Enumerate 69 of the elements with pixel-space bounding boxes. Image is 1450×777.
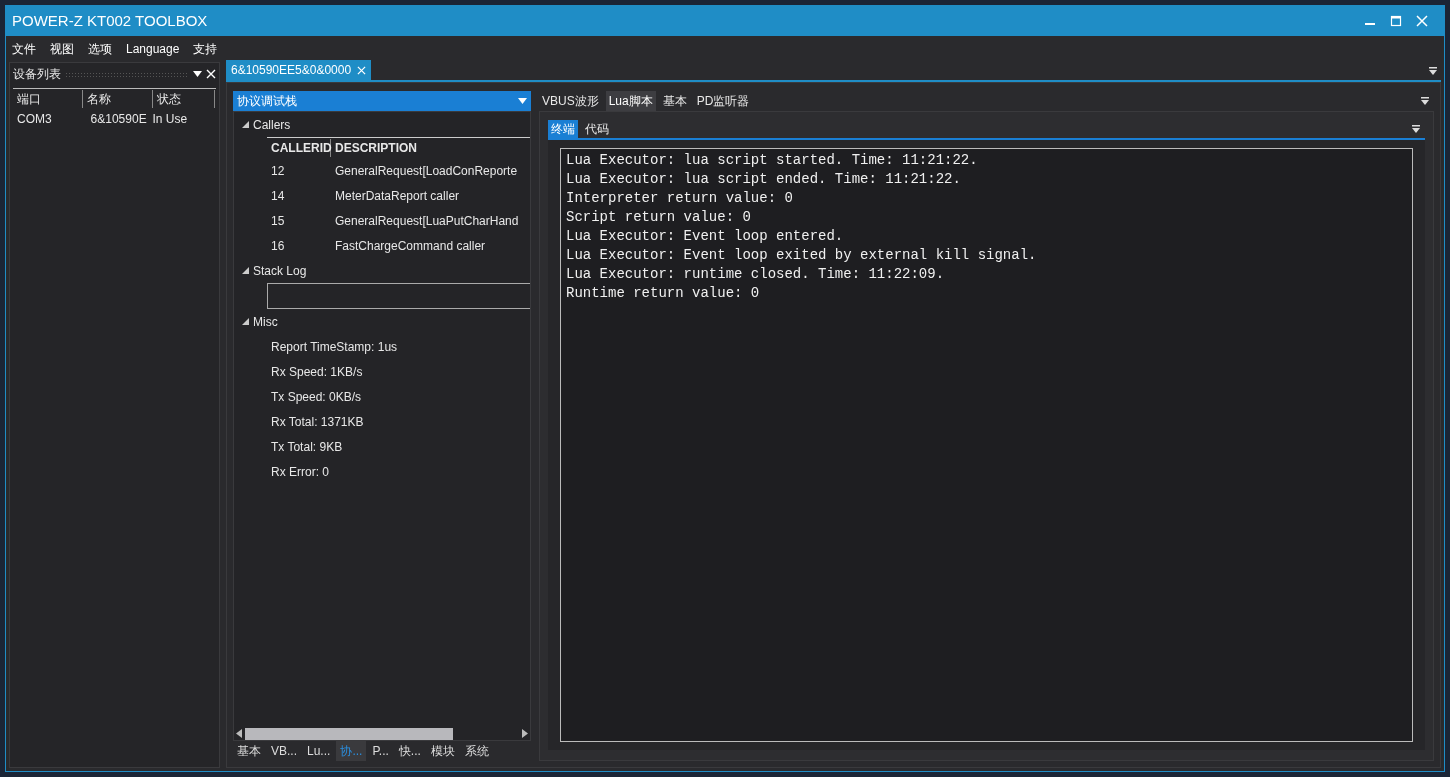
bottom-tab[interactable]: 系统 bbox=[460, 741, 493, 761]
close-icon[interactable] bbox=[206, 69, 216, 79]
horizontal-scrollbar[interactable] bbox=[234, 727, 530, 740]
scroll-left-icon[interactable] bbox=[236, 729, 242, 738]
bottom-tab[interactable]: Lu... bbox=[303, 741, 335, 761]
table-cell-text: FastChargeCommand caller bbox=[335, 237, 486, 255]
terminal-line: Lua Executor: lua script ended. Time: 11:21:22. bbox=[566, 170, 962, 189]
terminal-line: Lua Executor: lua script started. Time: 11:21:22. bbox=[566, 151, 979, 170]
column-header[interactable]: CALLERID bbox=[267, 139, 331, 157]
bottom-tab[interactable]: 模块 bbox=[426, 741, 459, 761]
tab[interactable]: 基本 bbox=[659, 91, 690, 111]
tab[interactable]: Lua脚本 bbox=[605, 91, 656, 111]
table-cell-text: 16 bbox=[270, 237, 286, 255]
expanded-triangle-icon[interactable] bbox=[242, 267, 249, 274]
table-cell-text: 14 bbox=[270, 187, 286, 205]
column-header[interactable]: 端口 bbox=[13, 89, 83, 108]
maximize-icon[interactable] bbox=[1390, 15, 1402, 27]
tab[interactable]: 终端 bbox=[548, 120, 578, 138]
bottom-tab[interactable]: 快... bbox=[394, 741, 425, 761]
table-cell-text: 6&10590E bbox=[89, 111, 148, 128]
menu-item[interactable]: Language bbox=[126, 40, 180, 58]
property-text: Tx Total: 9KB bbox=[271, 438, 343, 456]
tab[interactable]: 代码 bbox=[582, 120, 612, 138]
section-title: Misc bbox=[253, 313, 278, 331]
table-cell-text: 12 bbox=[270, 162, 286, 180]
terminal-line: Lua Executor: Event loop entered. bbox=[566, 227, 845, 246]
property-text: Tx Speed: 0KB/s bbox=[271, 388, 362, 406]
scroll-right-icon[interactable] bbox=[522, 729, 528, 738]
menu-dropdown-icon[interactable] bbox=[1420, 96, 1430, 106]
bottom-tab[interactable]: 基本 bbox=[233, 741, 265, 761]
table-cell-text: COM3 bbox=[16, 111, 53, 128]
section-title: Stack Log bbox=[253, 262, 307, 280]
caret-icon bbox=[518, 98, 527, 104]
column-header[interactable]: 名称 bbox=[83, 89, 153, 108]
menu-item[interactable]: 视图 bbox=[50, 40, 74, 58]
table-cell-text: GeneralRequest[LuaPutCharHand bbox=[335, 212, 519, 230]
terminal-line: Runtime return value: 0 bbox=[566, 284, 761, 303]
window-title: POWER-Z KT002 TOOLBOX bbox=[12, 10, 209, 31]
menu-dropdown-icon[interactable] bbox=[1411, 124, 1421, 134]
terminal-line: Lua Executor: runtime closed. Time: 11:22:09. bbox=[566, 265, 946, 284]
menu-item[interactable]: 支持 bbox=[193, 40, 218, 58]
menu-item[interactable]: 选项 bbox=[88, 40, 112, 58]
expanded-triangle-icon[interactable] bbox=[242, 318, 249, 325]
document-tab[interactable]: 6&10590EE5&0&0000 bbox=[226, 60, 372, 80]
menu-item[interactable]: 文件 bbox=[12, 40, 36, 58]
tab[interactable]: PD监听器 bbox=[693, 91, 753, 111]
dropdown-icon[interactable] bbox=[193, 71, 202, 77]
property-text: Rx Error: 0 bbox=[271, 463, 329, 481]
property-text: Report TimeStamp: 1us bbox=[271, 338, 398, 356]
section-title: Callers bbox=[253, 116, 291, 134]
panel-dropdown[interactable]: 协议调试栈 bbox=[233, 91, 531, 111]
terminal-line: Lua Executor: Event loop exited by external kill signal. bbox=[566, 246, 1038, 265]
tab[interactable]: VBUS波形 bbox=[539, 91, 602, 111]
table-cell-text: GeneralRequest[LoadConReporte bbox=[335, 162, 518, 180]
bottom-tab[interactable]: P... bbox=[368, 741, 393, 761]
input-field[interactable] bbox=[267, 283, 530, 309]
column-header[interactable]: DESCRIPTION bbox=[331, 139, 421, 157]
bottom-tab[interactable]: VB... bbox=[267, 741, 301, 761]
property-text: Rx Speed: 1KB/s bbox=[271, 363, 363, 381]
terminal-line: Interpreter return value: 0 bbox=[566, 189, 794, 208]
panel-title: 设备列表 bbox=[13, 66, 61, 83]
property-text: Rx Total: 1371KB bbox=[271, 413, 364, 431]
column-header[interactable]: 状态 bbox=[153, 89, 215, 108]
table-cell-text: MeterDataReport caller bbox=[335, 187, 460, 205]
table-cell-text: 15 bbox=[270, 212, 286, 230]
terminal-line: Script return value: 0 bbox=[566, 208, 752, 227]
table-cell-text: In Use bbox=[151, 111, 189, 128]
menu-dropdown-icon[interactable] bbox=[1428, 66, 1438, 76]
expanded-triangle-icon[interactable] bbox=[242, 121, 249, 128]
